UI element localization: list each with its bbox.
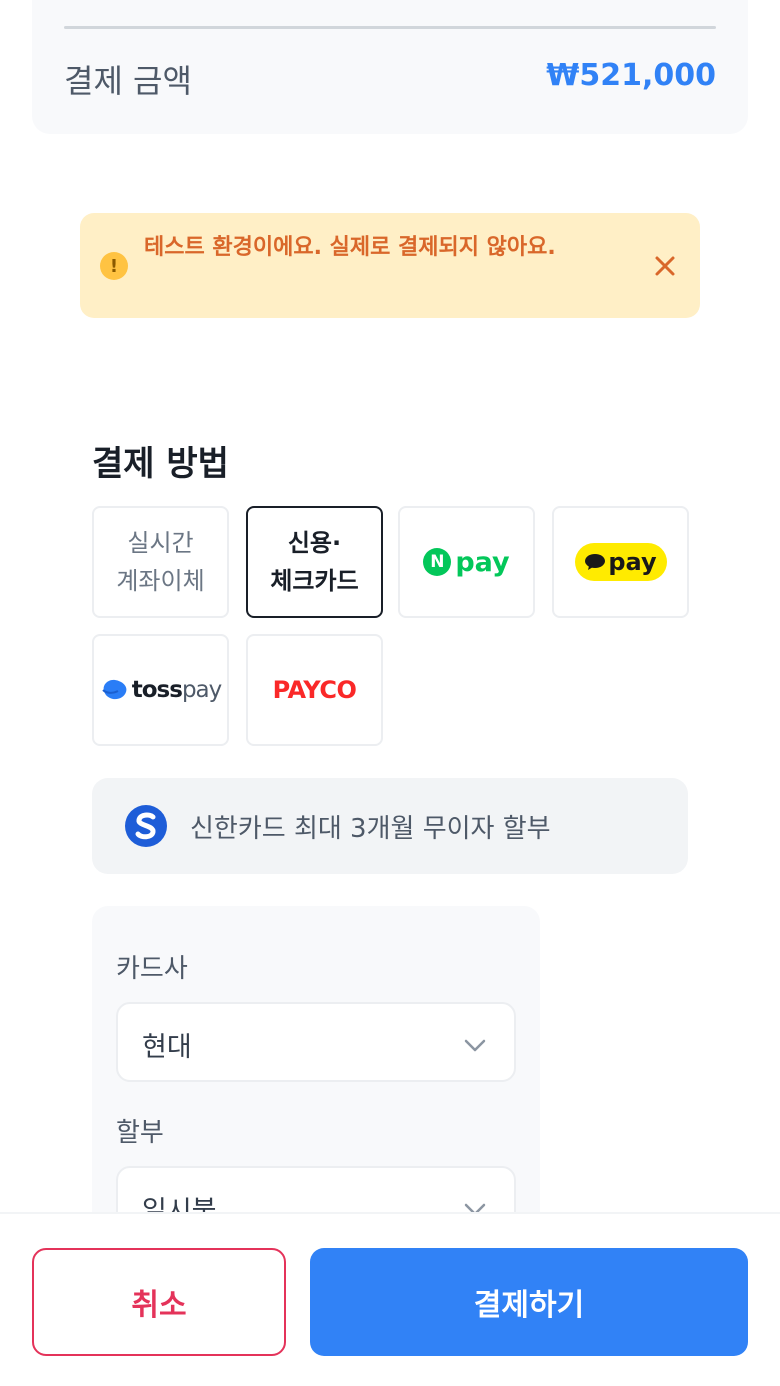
test-environment-banner: ! 테스트 환경이에요. 실제로 결제되지 않아요.	[80, 213, 700, 318]
payco-logo: PAYCO	[272, 676, 357, 704]
payment-amount-label: 결제 금액	[64, 62, 192, 100]
shinhan-card-logo	[125, 805, 167, 847]
toss-logo-icon	[102, 679, 127, 700]
speech-bubble-icon	[585, 554, 606, 570]
method-label-line2: 계좌이체	[116, 567, 205, 595]
promo-text: 신한카드 최대 3개월 무이자 할부	[190, 814, 551, 844]
close-icon[interactable]	[648, 249, 682, 283]
toss-brand: toss	[131, 677, 183, 703]
payment-summary-card: 결제 금액 ₩521,000	[32, 0, 748, 134]
payment-amount-value: ₩521,000	[546, 58, 716, 93]
method-payco[interactable]: PAYCO	[246, 634, 383, 746]
card-options-form: 카드사 현대 할부 일시불	[92, 906, 540, 1246]
warning-icon: !	[100, 252, 128, 280]
naver-logo-icon: N	[423, 548, 452, 576]
method-realtime-transfer[interactable]: 실시간 계좌이체	[92, 506, 229, 618]
card-company-value: 현대	[142, 1032, 192, 1063]
bottom-action-bar: 취소 결제하기	[0, 1212, 780, 1386]
method-naver-pay[interactable]: N pay	[398, 506, 535, 618]
test-banner-message: 테스트 환경이에요. 실제로 결제되지 않아요.	[144, 235, 556, 260]
installment-label: 할부	[116, 1118, 164, 1148]
pay-button[interactable]: 결제하기	[310, 1248, 748, 1356]
method-credit-check-card[interactable]: 신용· 체크카드	[246, 506, 383, 618]
toss-pay-label: pay	[181, 677, 222, 703]
naver-pay-label: pay	[455, 546, 510, 578]
kakao-pay-logo: pay	[574, 543, 667, 581]
naver-pay-logo: N pay	[423, 546, 510, 578]
method-label-line2: 체크카드	[270, 567, 359, 595]
method-kakao-pay[interactable]: pay	[552, 506, 689, 618]
toss-pay-logo: tosspay	[100, 677, 222, 703]
method-label-line1: 실시간	[127, 529, 194, 557]
payment-method-title: 결제 방법	[92, 444, 229, 484]
cancel-button[interactable]: 취소	[32, 1248, 286, 1356]
card-company-select[interactable]: 현대	[116, 1002, 516, 1082]
chevron-down-icon	[464, 1039, 486, 1052]
checkout-page: 결제 금액 ₩521,000 ! 테스트 환경이에요. 실제로 결제되지 않아요…	[0, 0, 780, 1386]
promo-banner[interactable]: 신한카드 최대 3개월 무이자 할부	[92, 778, 688, 874]
kakao-pay-label: pay	[608, 548, 657, 576]
card-company-label: 카드사	[116, 954, 188, 984]
method-toss-pay[interactable]: tosspay	[92, 634, 229, 746]
method-label-line1: 신용·	[287, 529, 342, 557]
summary-divider	[64, 26, 716, 29]
